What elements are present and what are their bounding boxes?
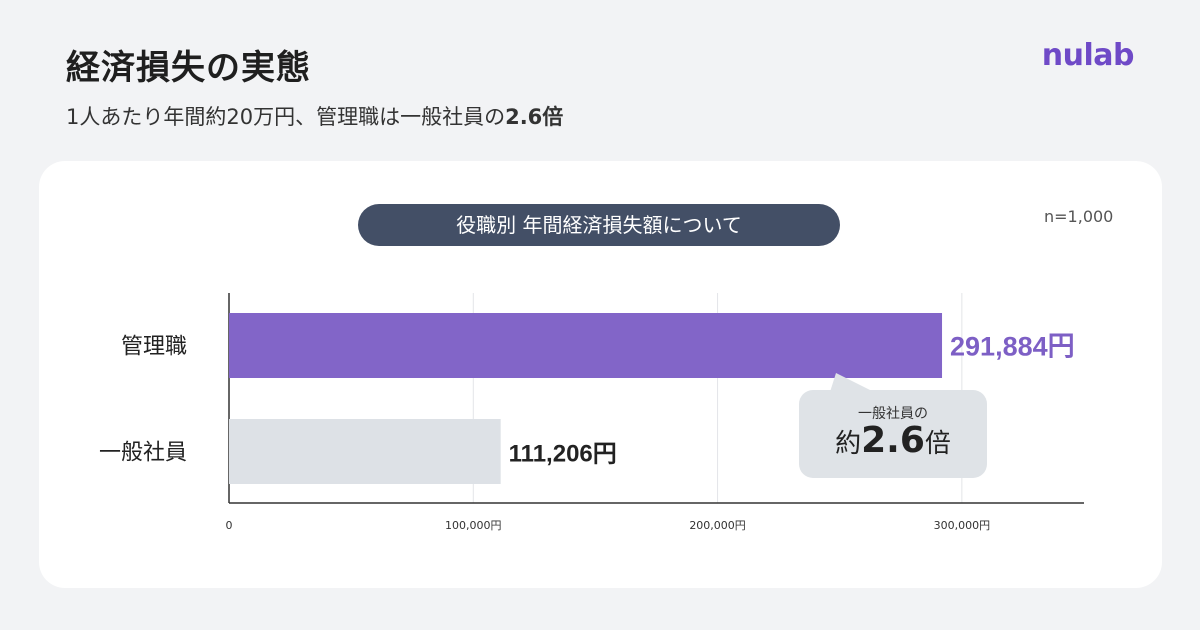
nulab-logo[interactable]: nulab	[1042, 38, 1135, 73]
subtitle-text: 1人あたり年間約20万円、管理職は一般社員の	[66, 105, 506, 129]
callout-prefix: 約	[835, 429, 862, 459]
sample-size: n=1,000	[1044, 207, 1114, 226]
chart-title: 役職別 年間経済損失額について	[358, 204, 840, 246]
callout-value: 2.6	[861, 420, 925, 461]
page-title: 経済損失の実態	[66, 48, 311, 88]
ratio-callout: 一般社員の 約2.6倍	[799, 390, 987, 478]
callout-suffix: 倍	[924, 429, 951, 459]
subtitle-emphasis: 2.6倍	[505, 105, 564, 129]
callout-ratio: 約2.6倍	[799, 420, 987, 461]
subtitle: 1人あたり年間約20万円、管理職は一般社員の2.6倍	[66, 101, 563, 131]
